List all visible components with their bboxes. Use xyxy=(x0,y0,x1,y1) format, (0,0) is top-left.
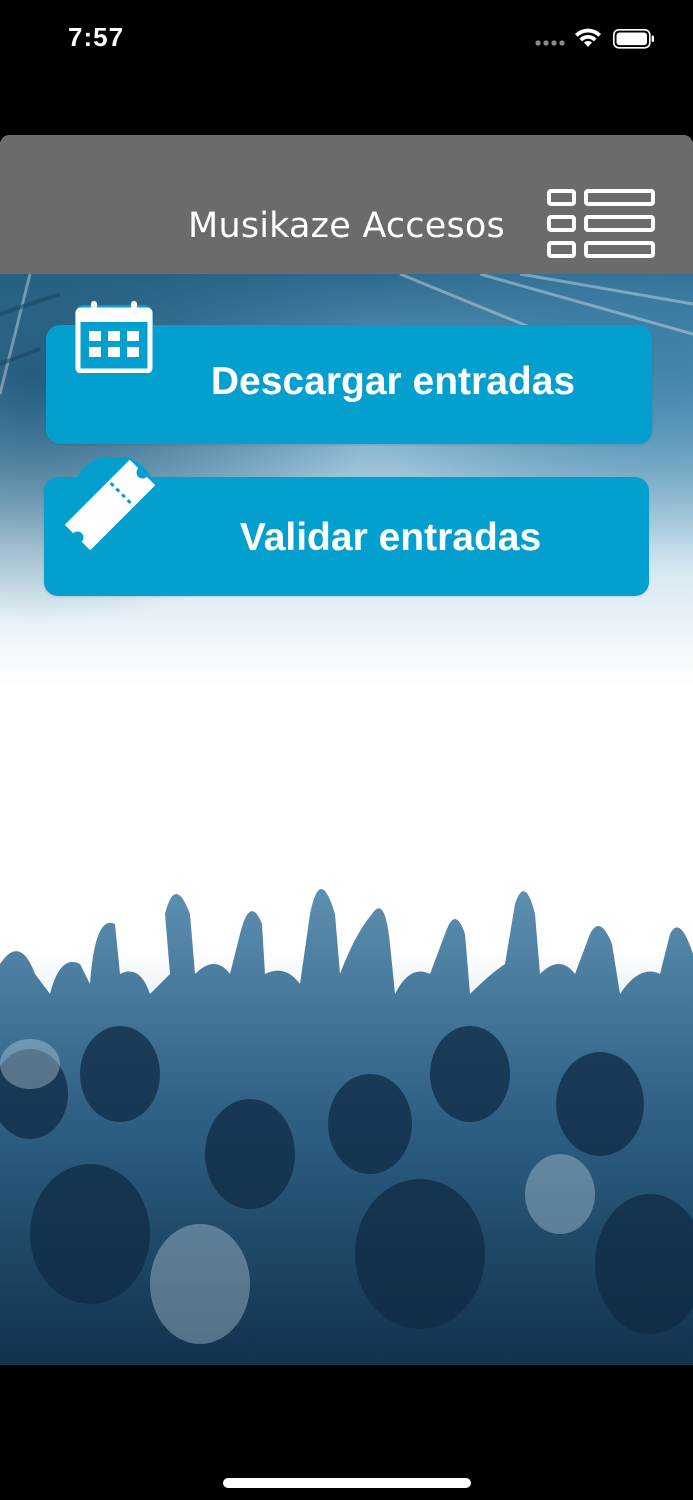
battery-icon xyxy=(613,29,654,49)
status-time: 7:57 xyxy=(68,22,125,52)
home-indicator[interactable] xyxy=(223,1478,471,1488)
download-tickets-button[interactable]: Descargar entradas xyxy=(46,301,652,444)
app-screen: Musikaze Accesos Descargar entradas Vali… xyxy=(0,135,693,1365)
menu-button[interactable] xyxy=(545,186,657,261)
validate-tickets-label: Validar entradas xyxy=(239,516,542,559)
status-icons xyxy=(535,28,654,49)
wifi-icon xyxy=(575,28,601,47)
nav-bar: Musikaze Accesos xyxy=(0,135,693,274)
validate-tickets-button[interactable]: Validar entradas xyxy=(44,457,649,596)
status-bar: 7:57 xyxy=(0,0,693,80)
download-tickets-label: Descargar entradas xyxy=(210,360,576,403)
status-indicators xyxy=(535,26,655,50)
signal-dots-icon xyxy=(535,40,565,46)
list-menu-icon xyxy=(547,189,655,258)
